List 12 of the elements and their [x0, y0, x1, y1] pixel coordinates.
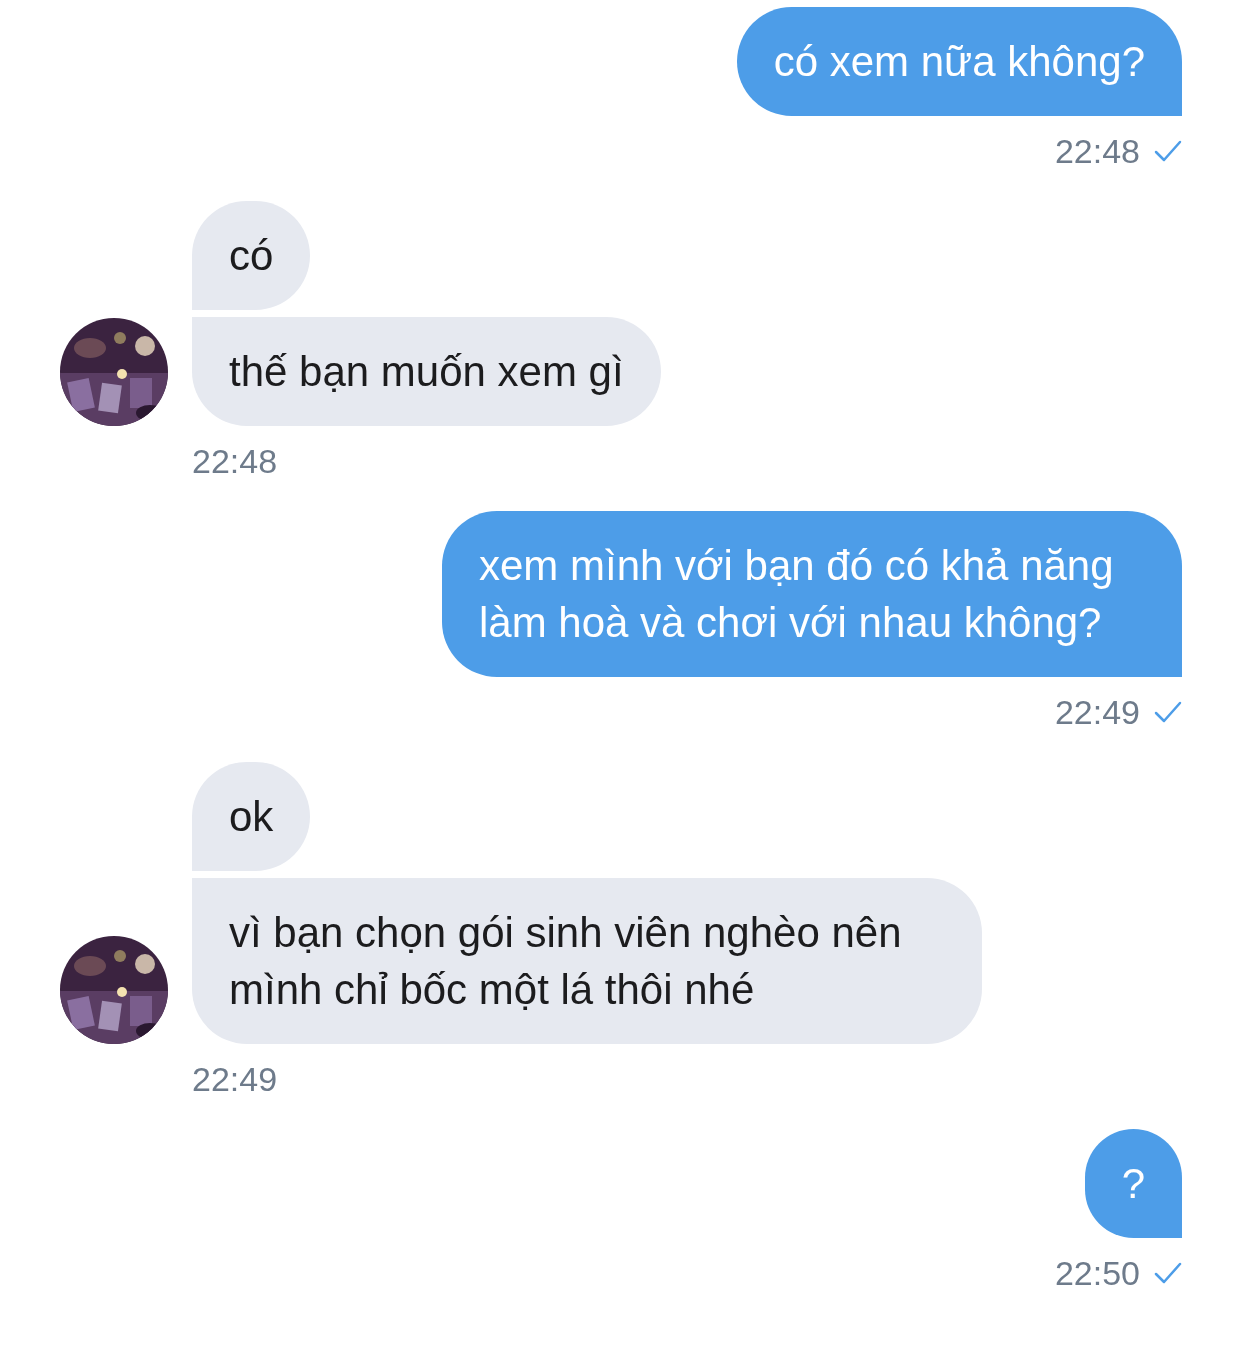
- received-message: thế bạn muốn xem gì: [192, 317, 661, 426]
- sent-message: ?: [1084, 1129, 1182, 1238]
- message-time: 22:48: [192, 441, 278, 481]
- message-time: 22:49: [1054, 692, 1140, 732]
- message-time: 22:48: [1054, 131, 1140, 171]
- received-message: có: [192, 201, 311, 310]
- sent-message: xem mình với bạn đó có khả năng làm hoà và chơi với nhau không?: [442, 511, 1182, 677]
- message-time: 22:49: [192, 1059, 278, 1099]
- sent-message: có xem nữa không?: [736, 7, 1182, 116]
- message-time: 22:50: [1054, 1253, 1140, 1293]
- received-message: ok: [192, 762, 311, 871]
- received-message: vì bạn chọn gói sinh viên nghèo nên mình chỉ bốc một lá thôi nhé: [192, 878, 982, 1044]
